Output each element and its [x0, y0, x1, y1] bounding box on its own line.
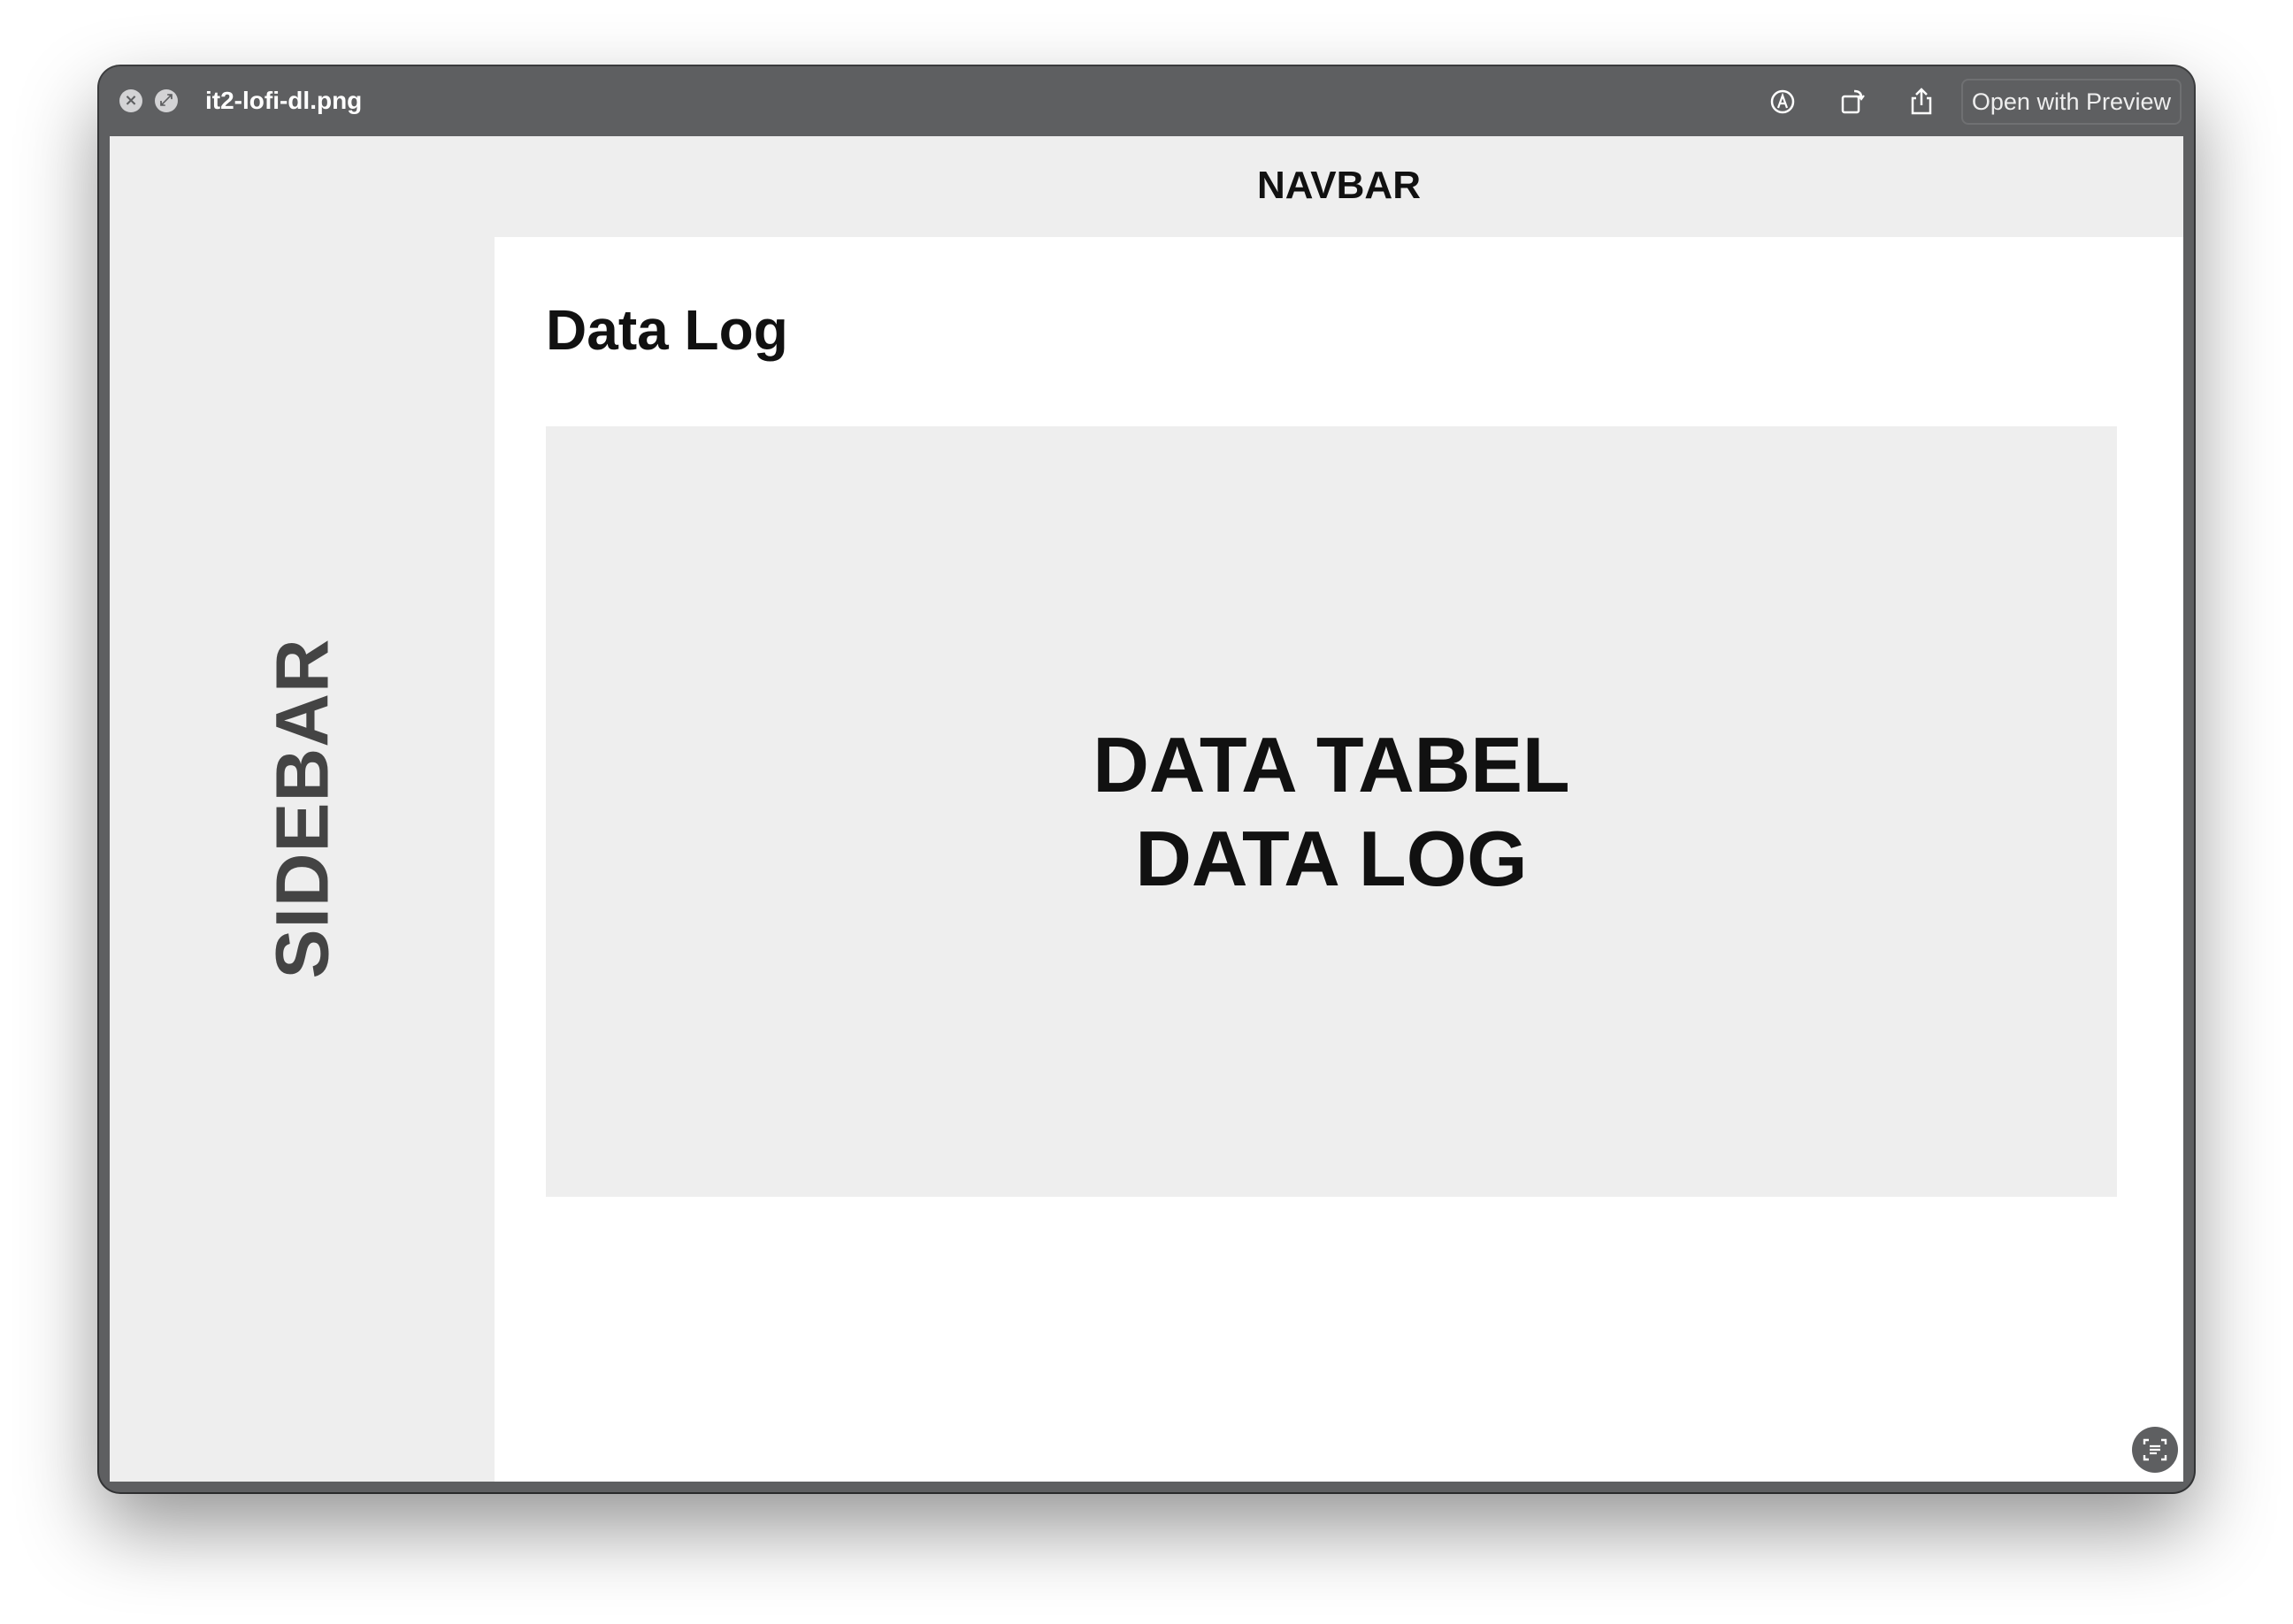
rotate-icon[interactable]: [1835, 84, 1870, 119]
fullscreen-icon[interactable]: ⤢: [155, 89, 178, 112]
window-title: it2-lofi-dl.png: [205, 87, 363, 114]
navbar-placeholder: NAVBAR: [495, 136, 2183, 237]
page-title: Data Log: [546, 298, 788, 362]
preview-content: SIDEBAR NAVBAR Data Log DATA TABEL DATA …: [110, 136, 2183, 1482]
sidebar-label: SIDEBAR: [260, 638, 344, 979]
title-bar: × ⤢ it2-lofi-dl.png Open with Preview: [99, 66, 2194, 136]
data-table-placeholder: DATA TABEL DATA LOG: [546, 426, 2117, 1197]
live-text-icon[interactable]: [2132, 1427, 2178, 1473]
markup-icon[interactable]: [1765, 84, 1800, 119]
share-icon[interactable]: [1904, 84, 1939, 119]
placeholder-line-1: DATA TABEL: [1093, 721, 1570, 808]
quicklook-window: × ⤢ it2-lofi-dl.png Open with Preview SI…: [99, 66, 2194, 1492]
close-window-icon[interactable]: ×: [119, 89, 142, 112]
placeholder-label: DATA TABEL DATA LOG: [546, 718, 2117, 906]
open-with-preview-button[interactable]: Open with Preview: [1960, 79, 2182, 125]
sidebar-placeholder: SIDEBAR: [110, 136, 495, 1482]
navbar-label: NAVBAR: [1257, 164, 1421, 207]
placeholder-line-2: DATA LOG: [1135, 815, 1528, 902]
